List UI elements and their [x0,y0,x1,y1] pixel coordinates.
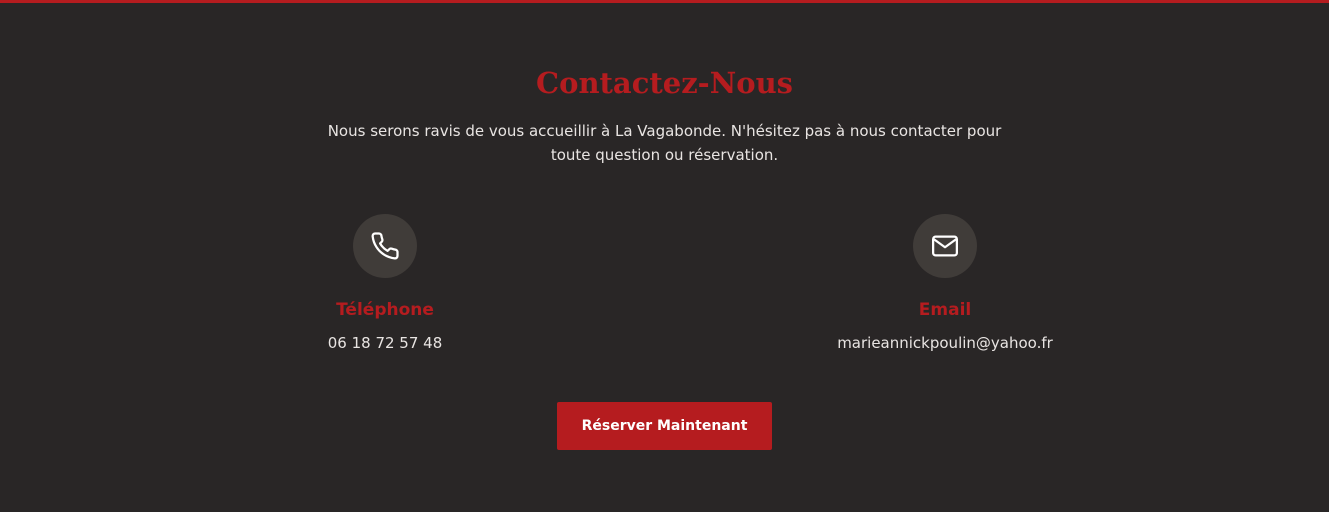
phone-contact: Téléphone 06 18 72 57 48 [235,214,535,354]
phone-icon [371,232,399,260]
section-description: Nous serons ravis de vous accueillir à L… [327,122,1002,164]
contact-section: Contactez-Nous Nous serons ravis de vous… [0,0,1329,512]
section-title: Contactez-Nous [536,66,793,100]
phone-label: Téléphone [336,300,434,320]
reserve-now-button[interactable]: Réserver Maintenant [557,402,772,450]
mail-icon [932,235,958,257]
mail-icon-circle [913,214,977,278]
email-value[interactable]: marieannickpoulin@yahoo.fr [795,332,1095,354]
phone-icon-circle [353,214,417,278]
phone-value[interactable]: 06 18 72 57 48 [235,332,535,354]
email-contact: Email marieannickpoulin@yahoo.fr [795,214,1095,354]
email-label: Email [918,300,972,320]
